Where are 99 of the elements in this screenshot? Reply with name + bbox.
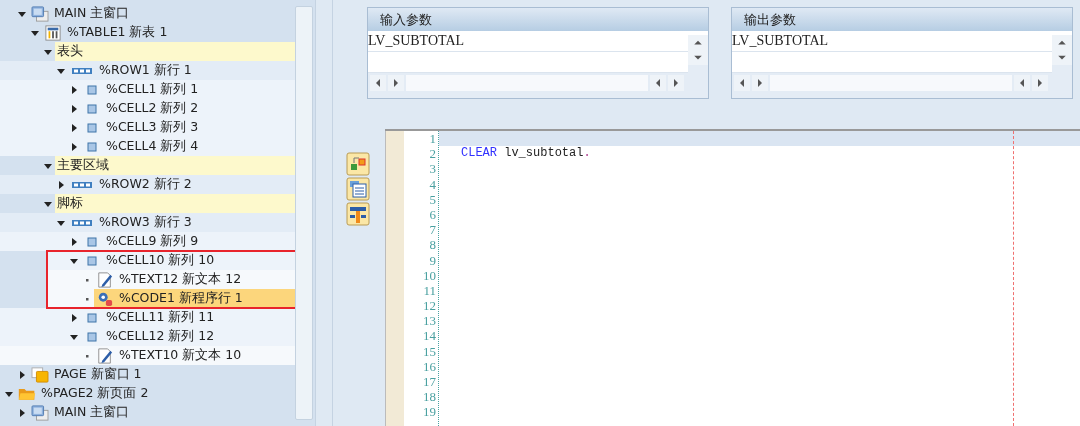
scroll-right-icon[interactable] (388, 75, 404, 91)
tree-item[interactable]: %TABLE1 新表 1 (42, 23, 296, 42)
expand-arrow-icon[interactable] (56, 179, 66, 190)
scroll-right-icon[interactable] (1032, 75, 1048, 91)
table-cell[interactable]: LV_SUBTOTAL (732, 31, 1052, 52)
line-number: 19 (422, 404, 436, 420)
line-number: 10 (422, 267, 436, 283)
line-number: 14 (422, 328, 436, 344)
expand-arrow-icon[interactable] (69, 141, 79, 152)
tree-item-label: %TABLE1 新表 1 (67, 24, 168, 41)
expand-arrow-icon[interactable] (17, 407, 27, 418)
tree-item[interactable]: 脚标 (55, 194, 296, 213)
tree-item[interactable]: MAIN 主窗口 (29, 403, 296, 422)
expand-arrow-icon[interactable] (69, 84, 79, 95)
square-icon (87, 141, 97, 152)
scroll-left-icon[interactable] (650, 75, 666, 91)
line-number: 13 (422, 313, 436, 329)
tree-item[interactable]: %PAGE2 新页面 2 (16, 384, 296, 403)
table-header: 输出参数 (732, 8, 1072, 31)
line-number: 11 (422, 282, 436, 299)
tree-item-label: %ROW3 新行 3 (99, 214, 192, 231)
square-icon (87, 331, 97, 342)
square-icon (87, 236, 97, 247)
scroll-down-icon[interactable] (688, 50, 708, 65)
scroll-right-icon[interactable] (668, 75, 684, 91)
expand-arrow-icon[interactable] (69, 236, 79, 247)
tree-item[interactable]: %CODE1 新程序行 1 (94, 289, 296, 308)
line-number: 4 (428, 176, 436, 192)
scroll-left-icon[interactable] (734, 75, 750, 91)
row-icon (70, 179, 94, 190)
tree-item-label: 脚标 (57, 195, 83, 212)
line-number: 5 (428, 191, 436, 207)
scroll-left-icon[interactable] (370, 75, 386, 91)
line-number: 2 (428, 146, 436, 162)
line-number: 17 (422, 374, 436, 390)
line-number: 1 (428, 131, 436, 147)
expand-arrow-icon[interactable] (69, 103, 79, 114)
tree-item[interactable]: %CELL10 新列 10 (81, 251, 296, 270)
tree-item-label: %ROW2 新行 2 (99, 176, 192, 193)
line-number: 9 (428, 252, 436, 268)
table-cell[interactable]: LV_SUBTOTAL (368, 31, 688, 52)
table-header: 输入参数 (368, 8, 708, 31)
scroll-left-icon[interactable] (1014, 75, 1030, 91)
square-icon (87, 255, 97, 266)
square-icon (87, 122, 97, 133)
table-cell[interactable] (368, 52, 688, 73)
tree-item-label: 表头 (57, 43, 83, 60)
scroll-right-icon[interactable] (752, 75, 768, 91)
scroll-up-icon[interactable] (688, 35, 708, 50)
tree-item-label: MAIN 主窗口 (54, 5, 130, 22)
tree-item-label: %CELL1 新列 1 (106, 81, 199, 98)
tree-item-label: %TEXT12 新文本 12 (119, 271, 242, 288)
tree-item-label: MAIN 主窗口 (54, 404, 130, 421)
row-icon (70, 65, 94, 76)
document-icon[interactable] (346, 177, 370, 201)
expand-arrow-icon[interactable] (69, 122, 79, 133)
expand-arrow-icon[interactable] (69, 312, 79, 323)
tree-item-label: %CELL4 新列 4 (106, 138, 199, 155)
line-number: 7 (428, 222, 436, 238)
line-number: 6 (428, 206, 436, 223)
tree-item-label: %ROW1 新行 1 (99, 62, 192, 79)
tree-item-label: %CELL9 新列 9 (106, 233, 199, 250)
tree-item[interactable]: MAIN 主窗口 (29, 4, 296, 23)
expand-arrow-icon[interactable] (17, 369, 27, 380)
tree-item-label: %CELL3 新列 3 (106, 119, 199, 136)
splitter-handle[interactable] (315, 0, 333, 426)
window-icon (31, 366, 49, 383)
tree-item[interactable]: PAGE 新窗口 1 (29, 365, 296, 384)
tree-item[interactable]: 主要区域 (55, 156, 296, 175)
tree-item-label: %CELL12 新列 12 (106, 328, 215, 345)
row-icon (70, 217, 94, 228)
hierarchy-icon[interactable] (346, 152, 370, 176)
table-icon (44, 24, 62, 41)
tree-item-label: PAGE 新窗口 1 (54, 366, 142, 383)
tree-item-label: %PAGE2 新页面 2 (41, 385, 149, 402)
line-number: 16 (422, 358, 436, 374)
gear-icon (96, 290, 114, 307)
square-icon (87, 312, 97, 323)
tree-item-label: %CELL10 新列 10 (106, 252, 215, 269)
line-number: 18 (422, 389, 436, 405)
tree-item-label: %CELL2 新列 2 (106, 100, 199, 117)
square-icon (87, 84, 97, 95)
tree-item-label: 主要区域 (57, 157, 109, 174)
scrollbar[interactable] (295, 6, 313, 420)
tree-item[interactable]: 表头 (55, 42, 296, 61)
tools-icon[interactable] (346, 202, 370, 226)
line-number: 12 (422, 298, 436, 314)
tree-item-label: %CELL11 新列 11 (106, 309, 215, 326)
tree-item-label: %TEXT10 新文本 10 (119, 347, 242, 364)
square-icon (87, 103, 97, 114)
line-number: 15 (422, 343, 436, 359)
scroll-down-icon[interactable] (1052, 50, 1072, 65)
line-number: 8 (428, 237, 436, 253)
table-cell[interactable] (732, 52, 1052, 73)
scroll-up-icon[interactable] (1052, 35, 1072, 50)
code-line: CLEAR lv_subtotal. (461, 146, 591, 161)
line-number: 3 (428, 161, 436, 177)
tree-item-label: %CODE1 新程序行 1 (119, 290, 243, 307)
code-editor[interactable]: 1 2 3 4 5 6 7 8 9 10 11 12 13 14 15 16 17 18 19 CLEAR lv_subtotal. (385, 129, 1080, 426)
